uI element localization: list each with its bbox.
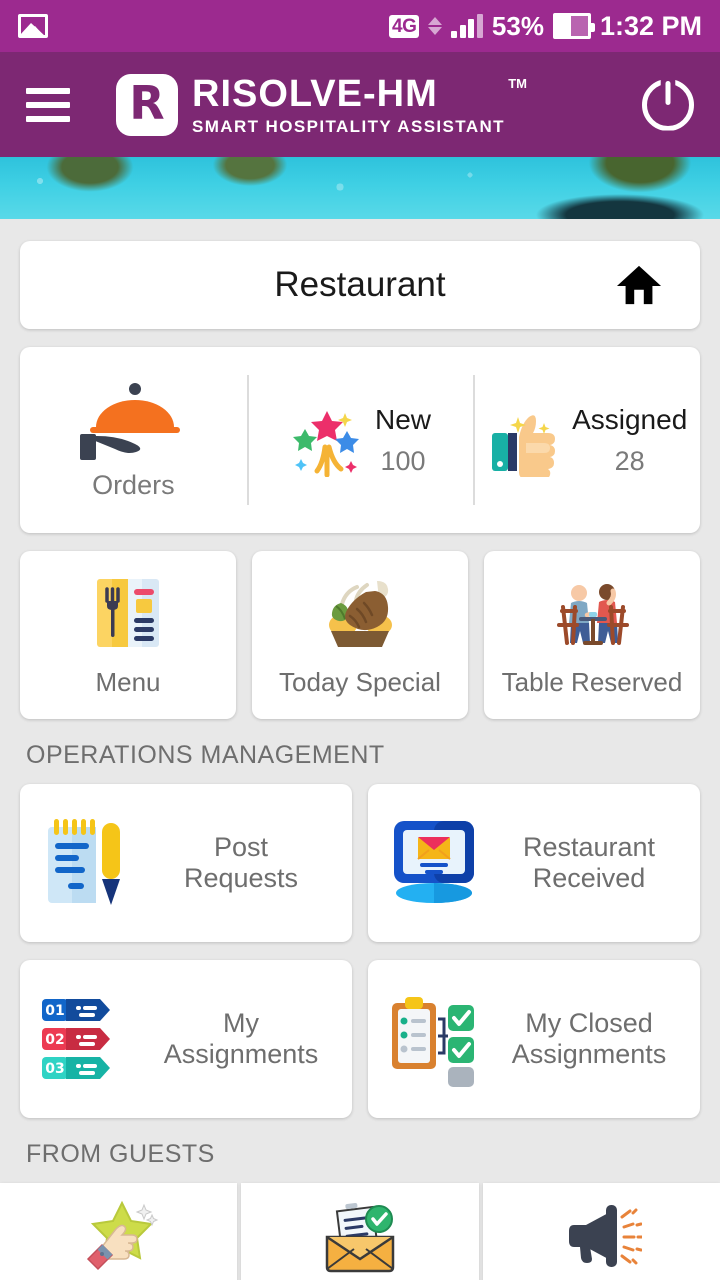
tile-menu[interactable]: Menu bbox=[20, 551, 236, 719]
stat-orders-label: Orders bbox=[92, 469, 175, 500]
power-icon[interactable] bbox=[642, 78, 694, 131]
from-guests-row: Guest Ratings 2 way Messaging bbox=[0, 1183, 720, 1280]
section-title-operations: OPERATIONS MANAGEMENT bbox=[26, 741, 385, 769]
signal-bars-icon bbox=[451, 14, 483, 38]
battery-percent-label: 53% bbox=[491, 10, 544, 41]
stat-new-value: 100 bbox=[380, 445, 426, 476]
brand-logo: R RISOLVE-HM SMART HOSPITALITY ASSISTANT… bbox=[116, 73, 527, 136]
app-root: 4G 53% 1:32 PM R RISOLVE-HM SMART HOSPIT… bbox=[0, 0, 720, 1280]
network-type-badge: 4G bbox=[389, 14, 420, 38]
tile-restaurant-received-line1: Restaurant bbox=[522, 831, 656, 862]
notepad-pen-icon bbox=[48, 819, 120, 905]
tile-my-closed-assignments-line2: Assignments bbox=[511, 1039, 667, 1069]
envelope-check-icon bbox=[325, 1203, 395, 1273]
confetti-stars-icon bbox=[293, 411, 359, 477]
tile-guest-ratings[interactable]: Guest Ratings bbox=[0, 1183, 238, 1280]
data-transfer-icon bbox=[428, 17, 443, 35]
tile-post-requests-line1: Post bbox=[213, 831, 269, 862]
tile-table-reserved[interactable]: Table Reserved bbox=[484, 551, 700, 719]
dining-couple-icon bbox=[557, 583, 629, 645]
main-content: Restaurant Orders New 100 Assigned 28 Me… bbox=[0, 241, 720, 1169]
app-bar: R RISOLVE-HM SMART HOSPITALITY ASSISTANT… bbox=[0, 52, 720, 157]
section-title-from-guests: FROM GUESTS bbox=[26, 1140, 215, 1168]
svg-text:03: 03 bbox=[45, 1061, 64, 1077]
battery-icon bbox=[552, 13, 595, 39]
monitor-mail-icon bbox=[394, 821, 474, 903]
home-icon[interactable] bbox=[616, 263, 662, 307]
brand-name: RISOLVE-HM bbox=[192, 72, 438, 115]
hero-background-image bbox=[0, 157, 720, 219]
trademark-label: TM bbox=[508, 75, 527, 91]
status-bar: 4G 53% 1:32 PM bbox=[0, 0, 720, 52]
tile-post-requests-line2: Requests bbox=[183, 863, 299, 893]
tile-2-way-messaging[interactable]: 2 way Messaging bbox=[241, 1183, 479, 1280]
operations-row-2: 01 02 03 My Assignments My Closed Assign… bbox=[20, 960, 700, 1118]
menu-book-icon bbox=[97, 578, 159, 647]
megaphone-icon bbox=[569, 1205, 643, 1268]
stat-new[interactable]: New 100 bbox=[246, 361, 474, 519]
tile-my-assignments-line2: Assignments bbox=[163, 1039, 319, 1069]
tile-my-closed-assignments-line1: My Closed bbox=[525, 1007, 653, 1038]
clipboard-checklist-icon bbox=[392, 997, 474, 1087]
room-service-tray-icon bbox=[80, 382, 181, 460]
tile-restaurant-received[interactable]: Restaurant Received bbox=[368, 784, 700, 942]
tile-today-special-label: Today Special bbox=[279, 666, 441, 697]
brand-text: RISOLVE-HM SMART HOSPITALITY ASSISTANT bbox=[192, 75, 505, 135]
tile-my-assignments-line1: My bbox=[223, 1007, 259, 1038]
operations-row-1: Post Requests Restaurant Received bbox=[20, 784, 700, 942]
brand-tagline: SMART HOSPITALITY ASSISTANT bbox=[192, 116, 505, 136]
stat-assigned-name: Assigned bbox=[572, 403, 688, 435]
status-bar-left bbox=[18, 14, 48, 38]
stat-orders[interactable]: Orders bbox=[20, 361, 247, 519]
status-bar-right: 4G 53% 1:32 PM bbox=[389, 11, 702, 42]
tile-my-assignments-label: My Assignments bbox=[140, 1008, 342, 1071]
tile-my-closed-assignments[interactable]: My Closed Assignments bbox=[368, 960, 700, 1118]
thumbs-up-icon bbox=[492, 415, 556, 477]
photo-icon bbox=[18, 14, 48, 38]
quick-tiles-row: Menu Today Special Table Reserved bbox=[20, 551, 700, 719]
star-rating-hand-icon bbox=[86, 1201, 158, 1271]
tile-notice-board[interactable]: Notice Board bbox=[482, 1183, 720, 1280]
tile-menu-label: Menu bbox=[95, 666, 161, 697]
page-title-card: Restaurant bbox=[20, 241, 700, 329]
orders-stats-card: Orders New 100 Assigned 28 bbox=[20, 347, 700, 533]
stat-new-name: New bbox=[375, 403, 432, 435]
clock-label: 1:32 PM bbox=[599, 10, 702, 41]
tile-post-requests-label: Post Requests bbox=[140, 832, 342, 895]
stat-assigned-value: 28 bbox=[614, 445, 645, 476]
tile-today-special[interactable]: Today Special bbox=[252, 551, 468, 719]
roast-chicken-icon bbox=[329, 580, 392, 647]
page-title: Restaurant bbox=[274, 265, 446, 304]
tile-my-closed-assignments-label: My Closed Assignments bbox=[488, 1008, 690, 1071]
tile-restaurant-received-line2: Received bbox=[532, 863, 646, 893]
numbered-tags-icon: 01 02 03 bbox=[42, 999, 110, 1079]
logo-mark-icon: R bbox=[116, 73, 178, 136]
tile-my-assignments[interactable]: 01 02 03 My Assignments bbox=[20, 960, 352, 1118]
tile-post-requests[interactable]: Post Requests bbox=[20, 784, 352, 942]
tile-table-reserved-label: Table Reserved bbox=[501, 666, 683, 697]
hamburger-menu-icon[interactable] bbox=[26, 87, 70, 122]
tile-restaurant-received-label: Restaurant Received bbox=[488, 832, 690, 895]
svg-text:01: 01 bbox=[45, 1003, 64, 1019]
stat-assigned[interactable]: Assigned 28 bbox=[473, 361, 700, 519]
svg-text:02: 02 bbox=[45, 1032, 64, 1048]
